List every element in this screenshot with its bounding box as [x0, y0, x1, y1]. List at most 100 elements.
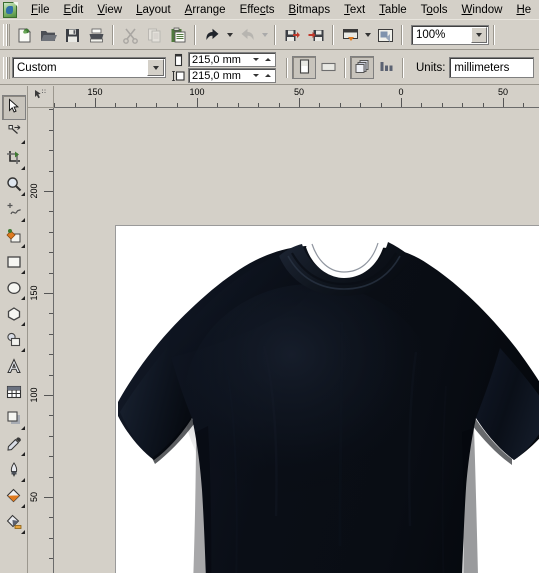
landscape-icon — [320, 59, 336, 77]
zoom-level-combo[interactable]: 100% — [411, 25, 489, 45]
toolbar-grip[interactable] — [3, 24, 10, 46]
redo-dropdown-button[interactable] — [259, 24, 270, 47]
undo-button[interactable] — [200, 24, 224, 47]
document-page[interactable] — [115, 225, 539, 573]
menu-item-label: Table — [379, 3, 407, 16]
toolbox — [0, 86, 28, 573]
crop-tool[interactable] — [2, 147, 26, 172]
paper-type-value: Custom — [17, 61, 57, 74]
ellipse-tool[interactable] — [2, 277, 26, 302]
undo-dropdown-button[interactable] — [224, 24, 235, 47]
page-height-down-arrow[interactable] — [253, 74, 259, 77]
copy-button[interactable] — [142, 24, 166, 47]
black-tshirt-image[interactable] — [116, 226, 539, 573]
rectangle-tool[interactable] — [2, 251, 26, 276]
menu-item-window[interactable]: Window — [455, 1, 510, 19]
page-height-up-arrow[interactable] — [265, 74, 271, 77]
page-width-value: 215,0 mm — [192, 53, 241, 66]
paper-type-combo[interactable]: Custom — [12, 57, 166, 78]
corel-online-button[interactable] — [373, 24, 397, 47]
menu-item-arrange[interactable]: Arrange — [178, 1, 233, 19]
text-a-icon — [6, 358, 22, 377]
menu-item-label: He — [516, 3, 532, 16]
portrait-orientation-button[interactable] — [292, 56, 316, 79]
toolbar-separator-1 — [112, 25, 114, 45]
ruler-origin-button[interactable] — [28, 86, 54, 108]
ruler-tick — [523, 103, 525, 107]
ruler-label: 150 — [87, 87, 103, 97]
blend-tool[interactable] — [2, 407, 26, 432]
ruler-tick — [462, 103, 464, 107]
units-combo[interactable]: millimeters — [449, 57, 535, 78]
print-button[interactable] — [84, 24, 108, 47]
menu-item-bitmaps[interactable]: Bitmaps — [282, 1, 338, 19]
page-width-spinner[interactable]: 215,0 mm — [188, 52, 276, 67]
smart-fill-icon — [5, 228, 22, 247]
apply-current-page-button[interactable] — [374, 56, 398, 79]
paper-type-dropdown-arrow[interactable] — [147, 59, 164, 76]
menu-item-table[interactable]: Table — [372, 1, 414, 19]
save-button[interactable] — [60, 24, 84, 47]
ruler-tick — [49, 435, 53, 437]
menu-item-file[interactable]: File — [24, 1, 57, 19]
page-height-value: 215,0 mm — [192, 69, 241, 82]
freehand-curve-icon — [6, 202, 22, 221]
vertical-ruler[interactable]: 200 150 100 50 — [28, 108, 54, 573]
zoom-dropdown-arrow[interactable] — [471, 27, 487, 43]
menu-item-label: Tools — [420, 3, 448, 16]
page-width-down-arrow[interactable] — [253, 58, 259, 61]
ruler-tick — [237, 103, 239, 107]
polygon-icon — [6, 306, 22, 325]
paste-button[interactable] — [166, 24, 190, 47]
units-value: millimeters — [454, 61, 510, 74]
menu-item-help[interactable]: He — [509, 1, 538, 19]
fill-tool[interactable] — [2, 485, 26, 510]
landscape-orientation-button[interactable] — [316, 56, 340, 79]
horizontal-ruler[interactable]: 150 100 50 0 50 — [54, 86, 539, 108]
menu-item-edit[interactable]: Edit — [57, 1, 91, 19]
pick-tool[interactable] — [1, 95, 26, 120]
outline-tool[interactable] — [2, 459, 26, 484]
basic-shapes-tool[interactable] — [2, 329, 26, 354]
ruler-tick — [49, 374, 53, 376]
menu-item-effects[interactable]: Effects — [233, 1, 282, 19]
import-button[interactable] — [280, 24, 304, 47]
zoom-tool[interactable] — [2, 173, 26, 198]
apply-all-pages-button[interactable] — [350, 56, 374, 79]
menu-item-label: View — [97, 3, 123, 16]
menu-item-view[interactable]: View — [90, 1, 129, 19]
drawing-canvas[interactable] — [54, 108, 539, 573]
page-height-spinner[interactable]: 215,0 mm — [188, 68, 276, 83]
shape-tool[interactable] — [2, 121, 26, 146]
open-button[interactable] — [36, 24, 60, 47]
cut-button[interactable] — [118, 24, 142, 47]
page-width-up-arrow[interactable] — [265, 58, 271, 61]
interactive-fill-tool[interactable] — [2, 511, 26, 536]
export-button[interactable] — [304, 24, 328, 47]
ruler-tick — [44, 497, 53, 498]
eyedropper-tool[interactable] — [2, 433, 26, 458]
application-launcher-button[interactable] — [338, 24, 362, 47]
table-tool[interactable] — [2, 381, 26, 406]
toolbar-separator-6 — [493, 25, 495, 45]
menu-item-label: Layout — [136, 3, 171, 16]
menu-item-layout[interactable]: Layout — [129, 1, 178, 19]
ruler-tick — [49, 313, 53, 315]
freehand-tool[interactable] — [2, 199, 26, 224]
polygon-tool[interactable] — [2, 303, 26, 328]
property-separator-2 — [344, 57, 346, 78]
new-button[interactable] — [12, 24, 36, 47]
menu-item-tools[interactable]: Tools — [414, 1, 455, 19]
ruler-tick — [49, 537, 53, 539]
redo-button[interactable] — [235, 24, 259, 47]
toolbar-separator-3 — [274, 25, 276, 45]
text-tool[interactable] — [2, 355, 26, 380]
ruler-tick — [278, 103, 280, 107]
ruler-tick — [503, 98, 504, 107]
smart-fill-tool[interactable] — [2, 225, 26, 250]
eyedropper-icon — [6, 436, 22, 455]
launcher-dropdown-button[interactable] — [362, 24, 373, 47]
menu-item-text[interactable]: Text — [337, 1, 372, 19]
page-dimensions-group: 215,0 mm 215,0 mm — [172, 52, 276, 83]
property-bar-grip[interactable] — [3, 56, 10, 79]
